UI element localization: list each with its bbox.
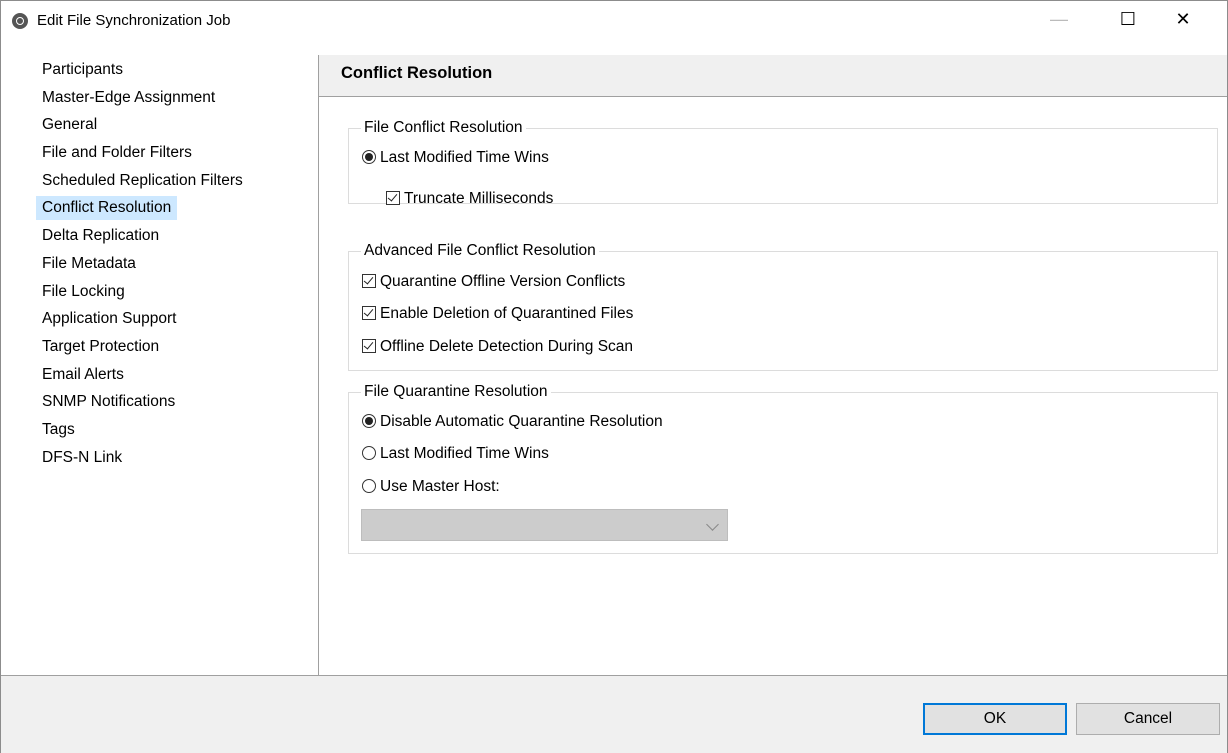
ok-button[interactable]: OK — [923, 703, 1067, 735]
advanced-conflict-group-label: Advanced File Conflict Resolution — [361, 241, 599, 261]
file-conflict-group-label: File Conflict Resolution — [361, 118, 526, 138]
cancel-button[interactable]: Cancel — [1076, 703, 1220, 735]
nav-item-snmp-notifications[interactable]: SNMP Notifications — [36, 390, 181, 414]
maximize-button[interactable]: ☐ — [1105, 1, 1151, 37]
quarantine-resolution-group-label: File Quarantine Resolution — [361, 382, 551, 402]
nav-item-application-support[interactable]: Application Support — [36, 307, 182, 331]
last-modified-wins-radio[interactable]: Last Modified Time Wins — [362, 147, 549, 169]
nav-divider — [318, 55, 319, 675]
nav-item-tags[interactable]: Tags — [36, 418, 81, 442]
nav-item-delta-replication[interactable]: Delta Replication — [36, 224, 165, 248]
use-master-host-radio[interactable]: Use Master Host: — [362, 476, 500, 498]
enable-deletion-quarantined-checkbox[interactable]: Enable Deletion of Quarantined Files — [362, 303, 633, 325]
quarantine-last-modified-radio[interactable]: Last Modified Time Wins — [362, 443, 549, 465]
window-title: Edit File Synchronization Job — [37, 12, 231, 29]
nav-item-file-locking[interactable]: File Locking — [36, 280, 131, 304]
content-header: Conflict Resolution — [319, 55, 1227, 97]
chevron-down-icon — [706, 518, 719, 531]
disable-auto-quarantine-label: Disable Automatic Quarantine Resolution — [380, 413, 663, 430]
nav-item-file-metadata[interactable]: File Metadata — [36, 252, 142, 276]
quarantine-offline-conflicts-label: Quarantine Offline Version Conflicts — [380, 273, 626, 290]
truncate-milliseconds-label: Truncate Milliseconds — [404, 190, 554, 207]
page-title: Conflict Resolution — [341, 64, 493, 82]
radio-indicator — [362, 150, 376, 164]
master-host-select[interactable] — [361, 509, 728, 541]
offline-delete-detection-checkbox[interactable]: Offline Delete Detection During Scan — [362, 336, 633, 358]
radio-indicator — [362, 479, 376, 493]
truncate-milliseconds-checkbox[interactable]: Truncate Milliseconds — [386, 188, 553, 210]
nav-item-dfs-n-link[interactable]: DFS-N Link — [36, 446, 128, 470]
checkbox-indicator — [362, 339, 376, 353]
app-icon — [12, 13, 28, 29]
checkbox-indicator — [386, 191, 400, 205]
checkbox-indicator — [362, 274, 376, 288]
minimize-button[interactable]: — — [1036, 1, 1082, 37]
enable-deletion-quarantined-label: Enable Deletion of Quarantined Files — [380, 305, 634, 322]
disable-auto-quarantine-radio[interactable]: Disable Automatic Quarantine Resolution — [362, 411, 663, 433]
use-master-host-label: Use Master Host: — [380, 478, 500, 495]
quarantine-last-modified-label: Last Modified Time Wins — [380, 445, 549, 462]
quarantine-offline-conflicts-checkbox[interactable]: Quarantine Offline Version Conflicts — [362, 271, 625, 293]
radio-indicator — [362, 446, 376, 460]
nav-item-participants[interactable]: Participants — [36, 58, 129, 82]
checkbox-indicator — [362, 306, 376, 320]
nav-item-conflict-resolution[interactable]: Conflict Resolution — [36, 196, 178, 220]
nav-item-target-protection[interactable]: Target Protection — [36, 335, 165, 359]
offline-delete-detection-label: Offline Delete Detection During Scan — [380, 338, 634, 355]
edit-job-dialog: Edit File Synchronization Job — ☐ ✕ Part… — [0, 0, 1228, 753]
nav-item-file-folder-filters[interactable]: File and Folder Filters — [36, 141, 198, 165]
nav-item-master-edge-assignment[interactable]: Master-Edge Assignment — [36, 86, 221, 110]
last-modified-wins-label: Last Modified Time Wins — [380, 149, 549, 166]
nav-item-scheduled-replication-filters[interactable]: Scheduled Replication Filters — [36, 169, 249, 193]
nav-item-email-alerts[interactable]: Email Alerts — [36, 363, 130, 387]
nav-item-general[interactable]: General — [36, 113, 103, 137]
title-bar: Edit File Synchronization Job — ☐ ✕ — [1, 1, 1227, 41]
close-button[interactable]: ✕ — [1160, 1, 1206, 37]
radio-indicator — [362, 414, 376, 428]
